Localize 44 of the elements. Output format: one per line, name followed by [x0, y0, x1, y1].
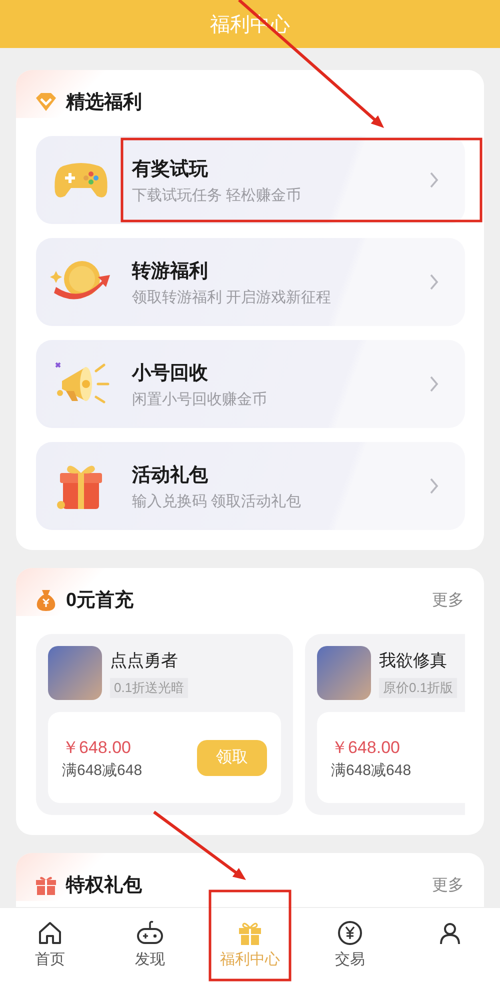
chevron-right-icon [429, 273, 439, 291]
game-offer-card[interactable]: 点点勇者 0.1折送光暗 ￥648.00 满648减648 领取 [36, 634, 293, 815]
benefit-item[interactable]: 活动礼包 输入兑换码 领取活动礼包 [36, 442, 465, 530]
game-offer-card[interactable]: 我欲修真 原价0.1折版 ￥648.00 满648减648 [305, 634, 465, 815]
benefit-item[interactable]: 转游福利 领取转游福利 开启游戏新征程 [36, 238, 465, 326]
benefit-subtitle: 闲置小号回收赚金币 [132, 390, 268, 408]
nav-tab[interactable]: 交易 [300, 908, 400, 982]
chevron-right-icon [429, 171, 439, 189]
chevron-right-icon [429, 375, 439, 393]
coupon-price: ￥648.00 [62, 736, 132, 758]
gamepad-icon [136, 920, 164, 946]
diamond-icon [34, 92, 58, 112]
benefit-subtitle: 输入兑换码 领取活动礼包 [132, 492, 302, 510]
benefit-title: 转游福利 [132, 260, 209, 284]
gift-icon [34, 875, 58, 895]
benefit-item[interactable]: 小号回收 闲置小号回收赚金币 [36, 340, 465, 428]
benefit-subtitle: 领取转游福利 开启游戏新征程 [132, 288, 332, 306]
more-link[interactable]: 更多 [432, 590, 464, 610]
game-tag: 原价0.1折版 [379, 678, 458, 698]
gift-icon [236, 920, 264, 946]
benefit-title: 有奖试玩 [132, 158, 209, 182]
coupon-condition: 满648减648 [62, 760, 144, 780]
game-cover-placeholder [317, 646, 371, 700]
game-name: 点点勇者 [110, 650, 179, 672]
benefit-title: 活动礼包 [132, 464, 209, 488]
money-bag-icon [34, 588, 58, 612]
benefit-subtitle: 下载试玩任务 轻松赚金币 [132, 186, 302, 204]
benefit-title: 小号回收 [132, 362, 209, 386]
person-icon [437, 920, 463, 946]
game-tag: 0.1折送光暗 [110, 678, 188, 698]
section-title: 特权礼包 [66, 874, 142, 898]
game-cover-placeholder [48, 646, 102, 700]
yen-coin-icon [337, 920, 363, 946]
section-title: 精选福利 [66, 91, 142, 115]
benefit-item[interactable]: 有奖试玩 下载试玩任务 轻松赚金币 [36, 136, 465, 224]
more-link[interactable]: 更多 [432, 874, 464, 896]
section-title: 0元首充 [66, 588, 134, 613]
coupon-condition: 满648减648 [331, 760, 412, 780]
coupon-price: ￥648.00 [331, 736, 401, 758]
home-icon [37, 920, 63, 946]
chevron-right-icon [429, 477, 439, 495]
nav-tab[interactable]: 首页 [0, 908, 100, 982]
game-name: 我欲修真 [379, 650, 448, 672]
nav-tab[interactable]: 发现 [100, 908, 200, 982]
